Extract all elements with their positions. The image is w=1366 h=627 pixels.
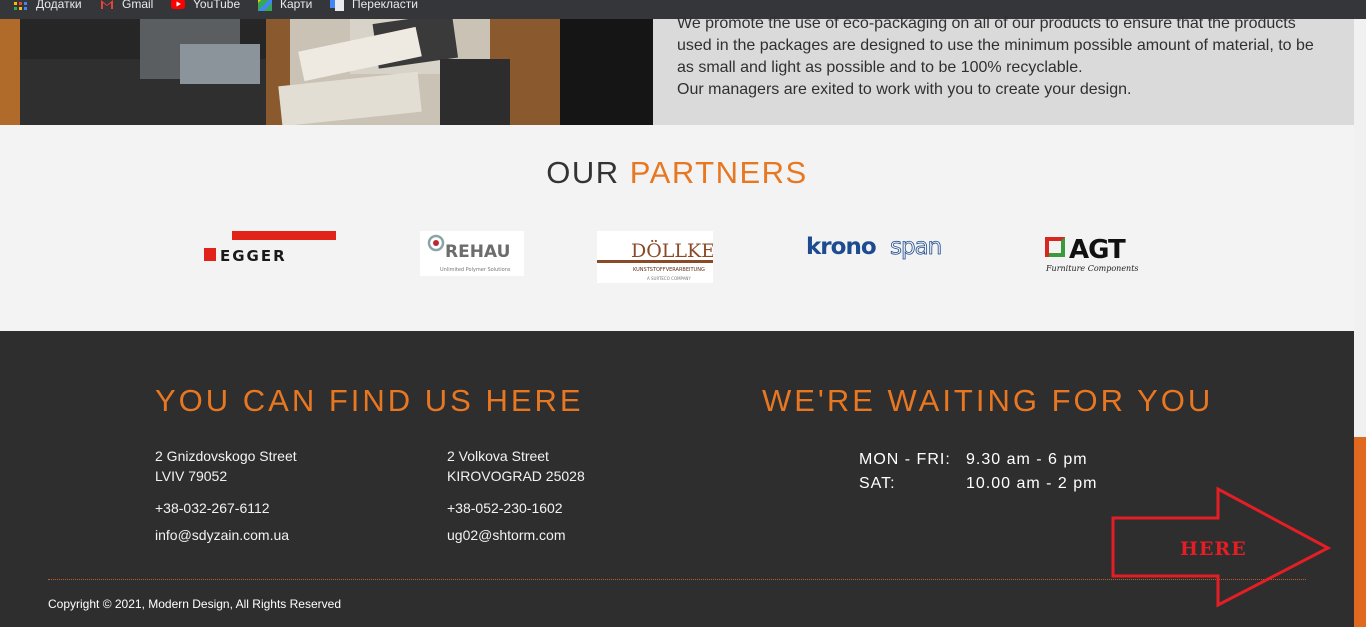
dollken-tagline: KUNSTSTOFFVERARBEITUNG	[633, 267, 705, 273]
office-photo	[0, 19, 653, 125]
bookmark-label: Gmail	[122, 0, 154, 11]
apps-grid-icon	[14, 0, 28, 11]
hours-days: SAT:	[859, 475, 896, 492]
agt-logo[interactable]: AGT Furniture Components	[1044, 233, 1144, 277]
phone-link[interactable]: +38-052-230-1602	[447, 498, 563, 518]
bookmark-maps[interactable]: Карти	[258, 0, 312, 14]
bookmark-apps[interactable]: Додатки	[14, 0, 82, 14]
rehau-tagline: Unlimited Polymer Solutions	[440, 267, 511, 273]
bookmark-label: Карти	[280, 0, 313, 11]
hero-line: We promote the use of eco-packaging on a…	[677, 15, 1296, 32]
bookmark-label: Додатки	[36, 0, 82, 11]
partners-heading: OUR PARTNERS	[0, 155, 1354, 191]
hours-time: 9.30 am - 6 pm	[966, 451, 1088, 468]
hours-days: MON - FRI:	[859, 451, 951, 468]
maps-icon	[258, 0, 272, 11]
scrollbar-thumb[interactable]	[1354, 437, 1366, 627]
hours-row: MON - FRI: 9.30 am - 6 pm	[859, 448, 1098, 472]
bookmark-youtube[interactable]: YouTube	[171, 0, 240, 14]
email-link[interactable]: info@sdyzain.com.ua	[155, 525, 289, 545]
kronospan-wordmark-b: span	[890, 234, 941, 260]
partners-heading-accent: PARTNERS	[629, 155, 808, 190]
hero-line: Our managers are exited to work with you…	[677, 81, 1132, 98]
annotation-label: HERE	[1180, 538, 1247, 560]
email-link[interactable]: ug02@shtorm.com	[447, 525, 565, 545]
find-us-heading: YOU CAN FIND US HERE	[155, 383, 584, 418]
copyright-text: Copyright © 2021, Modern Design, All Rig…	[48, 597, 341, 611]
eco-packaging-text: We promote the use of eco-packaging on a…	[677, 13, 1337, 101]
bookmark-label: Перекласти	[352, 0, 418, 11]
translate-icon	[330, 0, 344, 11]
hours-time: 10.00 am - 2 pm	[966, 475, 1098, 492]
agt-wordmark: AGT	[1069, 235, 1126, 265]
city: KIROVOGRAD 25028	[447, 468, 585, 484]
dollken-wordmark: DÖLLKEN	[631, 239, 713, 262]
partners-section: OUR PARTNERS EGGER REHAU Unlimited Polym…	[0, 125, 1354, 331]
kronospan-wordmark-a: krono	[806, 234, 876, 260]
egger-wordmark: EGGER	[220, 247, 287, 265]
egger-logo[interactable]: EGGER	[204, 231, 340, 265]
eco-packaging-section: We promote the use of eco-packaging on a…	[0, 15, 1354, 125]
dollken-sub: A SURTECO COMPANY	[647, 276, 691, 281]
hero-line: as small and light as possible and to be…	[677, 59, 1083, 76]
hero-line: used in the packages are designed to use…	[677, 37, 1314, 54]
rehau-wordmark: REHAU	[445, 242, 510, 262]
kronospan-logo[interactable]: krono span	[806, 231, 958, 263]
phone-link[interactable]: +38-032-267-6112	[155, 498, 270, 518]
location-lviv-address: 2 Gnizdovskogo Street LVIV 79052	[155, 446, 297, 486]
street: 2 Volkova Street	[447, 448, 549, 464]
agt-tagline: Furniture Components	[1045, 264, 1139, 273]
rehau-logo[interactable]: REHAU Unlimited Polymer Solutions	[420, 231, 524, 276]
youtube-icon	[171, 0, 185, 11]
bookmark-label: YouTube	[193, 0, 241, 11]
location-kirovograd-address: 2 Volkova Street KIROVOGRAD 25028	[447, 446, 585, 486]
hours-row: SAT: 10.00 am - 2 pm	[859, 472, 1098, 496]
city: LVIV 79052	[155, 468, 228, 484]
opening-hours: MON - FRI: 9.30 am - 6 pm SAT: 10.00 am …	[859, 448, 1098, 496]
bookmark-gmail[interactable]: Gmail	[100, 0, 153, 14]
dollken-logo[interactable]: DÖLLKEN KUNSTSTOFFVERARBEITUNG A SURTECO…	[597, 231, 732, 283]
street: 2 Gnizdovskogo Street	[155, 448, 297, 464]
bookmark-translate[interactable]: Перекласти	[330, 0, 418, 14]
waiting-heading: WE'RE WAITING FOR YOU	[762, 383, 1214, 418]
partners-heading-dark: OUR	[546, 155, 620, 190]
gmail-icon	[100, 0, 114, 11]
